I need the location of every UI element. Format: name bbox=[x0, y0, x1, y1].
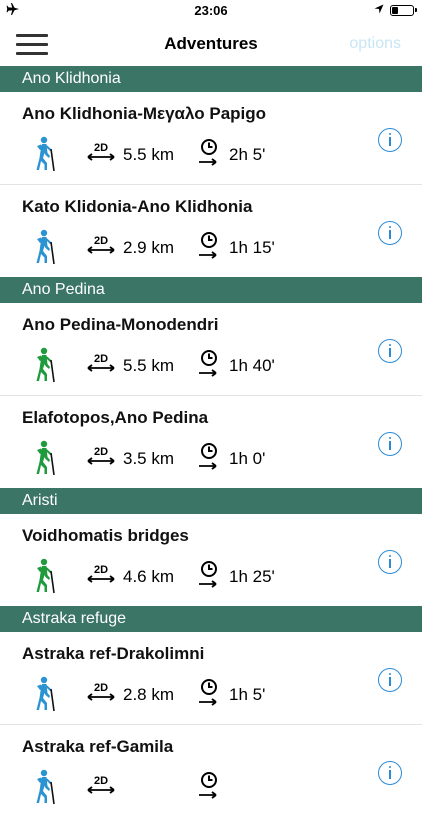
distance-2d-icon: 2D bbox=[87, 682, 115, 701]
duration-value: 1h 25' bbox=[229, 567, 275, 586]
options-button[interactable]: options bbox=[349, 35, 401, 53]
distance-2d-icon: 2D bbox=[87, 142, 115, 161]
duration-value: 2h 5' bbox=[229, 145, 266, 164]
adventure-row[interactable]: Voidhomatis bridges 2D 4.6 km 1h 25' bbox=[0, 514, 422, 606]
distance-2d-icon: 2D bbox=[87, 446, 115, 465]
svg-text:2D: 2D bbox=[94, 775, 108, 787]
duration-clock-icon bbox=[199, 679, 217, 706]
adventure-title: Voidhomatis bridges bbox=[22, 526, 189, 545]
section-header: Ano Pedina bbox=[0, 277, 422, 303]
battery-icon bbox=[390, 5, 417, 16]
adventures-list: Ano Klidhonia Ano Klidhonia-Μεγαλο Papigo… bbox=[0, 66, 422, 817]
distance-2d-icon: 2D bbox=[87, 564, 115, 583]
hiker-icon bbox=[36, 676, 55, 712]
duration-clock-icon bbox=[199, 772, 217, 799]
adventure-row[interactable]: Elafotopos,Ano Pedina 2D 3.5 km 1h 0' bbox=[0, 396, 422, 488]
info-button[interactable] bbox=[378, 432, 402, 456]
section-header: Aristi bbox=[0, 488, 422, 514]
duration-clock-icon bbox=[199, 443, 217, 470]
adventure-title: Kato Klidonia-Ano Klidhonia bbox=[22, 197, 253, 216]
svg-text:2D: 2D bbox=[94, 446, 108, 458]
adventure-title: Astraka ref-Drakolimni bbox=[22, 644, 205, 663]
distance-value: 2.9 km bbox=[123, 238, 175, 257]
duration-value: 1h 40' bbox=[229, 356, 275, 375]
info-button[interactable] bbox=[378, 128, 402, 152]
distance-2d-icon: 2D bbox=[87, 353, 115, 372]
info-button[interactable] bbox=[378, 550, 402, 574]
section-header: Astraka refuge bbox=[0, 606, 422, 632]
duration-clock-icon bbox=[199, 561, 217, 588]
location-arrow-icon bbox=[374, 4, 384, 14]
distance-value: 5.5 km bbox=[123, 356, 175, 375]
duration-clock-icon bbox=[199, 232, 217, 259]
adventure-row[interactable]: Kato Klidonia-Ano Klidhonia 2D 2.9 km 1h 15… bbox=[0, 185, 422, 277]
status-time: 23:06 bbox=[194, 3, 228, 18]
duration-value: 1h 0' bbox=[229, 449, 266, 468]
svg-text:2D: 2D bbox=[94, 564, 108, 576]
info-button[interactable] bbox=[378, 339, 402, 363]
info-button[interactable] bbox=[378, 761, 402, 785]
distance-2d-icon: 2D bbox=[87, 775, 115, 794]
hiker-icon bbox=[36, 136, 55, 172]
duration-clock-icon bbox=[199, 350, 217, 377]
info-button[interactable] bbox=[378, 221, 402, 245]
adventure-title: Elafotopos,Ano Pedina bbox=[22, 408, 209, 427]
adventure-row[interactable]: Ano Pedina-Monodendri 2D 5.5 km 1h 40' bbox=[0, 303, 422, 396]
hiker-icon bbox=[36, 229, 55, 265]
distance-2d-icon: 2D bbox=[87, 235, 115, 254]
adventure-title: Astraka ref-Gamila bbox=[22, 737, 174, 756]
adventure-row[interactable]: Astraka ref-Gamila 2D bbox=[0, 725, 422, 817]
adventure-title: Ano Pedina-Monodendri bbox=[22, 315, 219, 334]
hiker-icon bbox=[36, 769, 55, 805]
distance-value: 2.8 km bbox=[123, 685, 175, 704]
navigation-bar: Adventures options bbox=[0, 22, 422, 66]
duration-value: 1h 5' bbox=[229, 685, 266, 704]
distance-value: 5.5 km bbox=[123, 145, 175, 164]
status-bar: 23:06 bbox=[0, 0, 422, 22]
svg-text:2D: 2D bbox=[94, 235, 108, 247]
distance-value: 3.5 km bbox=[123, 449, 175, 468]
svg-text:2D: 2D bbox=[94, 682, 108, 694]
info-button[interactable] bbox=[378, 668, 402, 692]
duration-clock-icon bbox=[199, 139, 217, 166]
svg-text:2D: 2D bbox=[94, 353, 108, 365]
section-header: Ano Klidhonia bbox=[0, 66, 422, 92]
svg-text:2D: 2D bbox=[94, 142, 108, 154]
adventure-title: Ano Klidhonia-Μεγαλο Papigo bbox=[22, 104, 267, 123]
hiker-icon bbox=[36, 558, 55, 594]
hiker-icon bbox=[36, 440, 55, 476]
distance-value: 4.6 km bbox=[123, 567, 175, 586]
adventure-row[interactable]: Ano Klidhonia-Μεγαλο Papigo 2D 5.5 km 2h 5' bbox=[0, 92, 422, 185]
adventure-row[interactable]: Astraka ref-Drakolimni 2D 2.8 km 1h 5' bbox=[0, 632, 422, 725]
duration-value: 1h 15' bbox=[229, 238, 275, 257]
hiker-icon bbox=[36, 347, 55, 383]
